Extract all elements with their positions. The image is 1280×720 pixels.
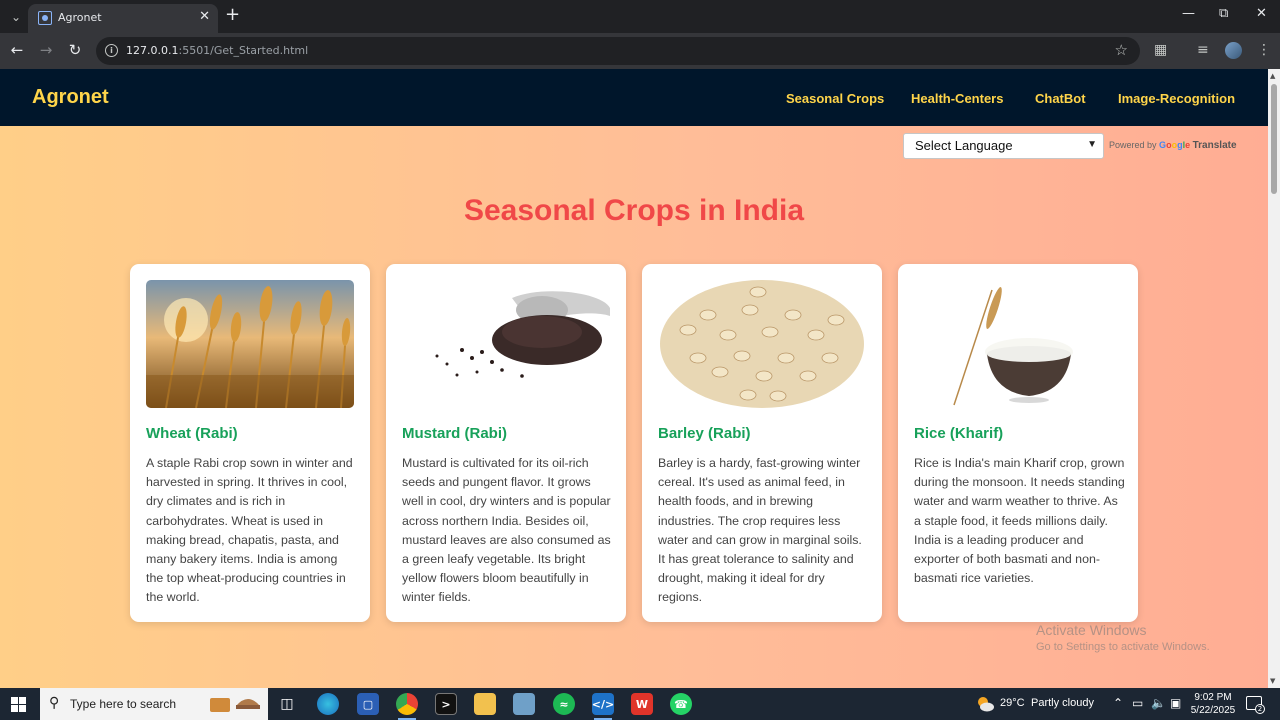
media-queue-icon[interactable]: ≡	[1197, 42, 1209, 58]
tab-title: Agronet	[58, 11, 102, 24]
edge-browser-icon[interactable]	[317, 693, 339, 715]
chrome-icon[interactable]	[396, 693, 418, 720]
search-icon: ⚲	[49, 695, 60, 711]
scrollbar-thumb[interactable]	[1271, 84, 1277, 194]
tab-search-chevron-icon[interactable]: ⌄	[6, 7, 26, 27]
nav-seasonal-crops[interactable]: Seasonal Crops	[786, 91, 884, 106]
wheat-image	[146, 280, 354, 408]
vscode-icon[interactable]: </>	[592, 693, 614, 720]
crop-name: Mustard (Rabi)	[402, 425, 507, 442]
activate-windows-watermark: Activate Windows	[1036, 622, 1147, 638]
nav-image-recognition[interactable]: Image-Recognition	[1118, 91, 1235, 106]
chevron-down-icon: ▼	[1087, 139, 1097, 150]
battery-icon[interactable]: ▭	[1132, 696, 1143, 710]
url-text[interactable]: 127.0.0.1:5501/Get_Started.html	[126, 44, 308, 57]
taskbar-search-box[interactable]: ⚲ Type here to search	[40, 688, 268, 720]
site-info-icon[interactable]: i	[105, 44, 118, 57]
task-view-icon[interactable]: ◫	[276, 693, 298, 715]
crop-card-rice: Rice (Kharif) Rice is India's main Khari…	[898, 264, 1138, 622]
extensions-puzzle-icon[interactable]: ▦	[1154, 42, 1167, 58]
crop-description: Rice is India's main Kharif crop, grown …	[914, 456, 1125, 586]
restore-icon[interactable]: ⧉	[1219, 6, 1228, 21]
clock-date: 5/22/2025	[1190, 705, 1236, 716]
reload-icon[interactable]: ↻	[65, 41, 85, 59]
clock-time: 9:02 PM	[1194, 692, 1232, 703]
scroll-up-icon[interactable]: ▲	[1270, 72, 1275, 80]
close-window-icon[interactable]: ✕	[1256, 6, 1267, 21]
crop-description: Barley is a hardy, fast-growing winter c…	[658, 456, 862, 605]
language-select[interactable]: Select Language ▼	[903, 133, 1104, 159]
page-viewport: Agronet Seasonal Crops Health-Centers Ch…	[0, 69, 1268, 688]
search-placeholder: Type here to search	[70, 697, 177, 711]
nav-health-centers[interactable]: Health-Centers	[911, 91, 1003, 106]
crop-description: Mustard is cultivated for its oil-rich s…	[402, 456, 611, 605]
spotify-icon[interactable]: ≈	[553, 693, 575, 715]
wps-office-icon[interactable]: W	[631, 693, 653, 715]
page-title: Seasonal Crops in India	[463, 194, 805, 227]
site-header: Agronet Seasonal Crops Health-Centers Ch…	[0, 69, 1268, 126]
windows-start-icon[interactable]	[11, 697, 26, 712]
globe-favicon-icon	[38, 11, 52, 25]
minimize-icon[interactable]: —	[1182, 6, 1195, 21]
microsoft-store-icon[interactable]: ▢	[357, 693, 379, 715]
mustard-seeds-image	[402, 280, 610, 408]
crop-card-wheat: Wheat (Rabi) A staple Rabi crop sown in …	[130, 264, 370, 622]
address-bar[interactable]: i 127.0.0.1:5501/Get_Started.html ☆	[96, 37, 1140, 65]
terminal-icon[interactable]: >	[435, 693, 457, 715]
profile-avatar[interactable]	[1225, 42, 1242, 59]
browser-tab-agronet[interactable]: Agronet ✕	[28, 4, 218, 33]
system-clock[interactable]: 9:02 PM 5/22/2025	[1186, 691, 1240, 717]
crop-description: A staple Rabi crop sown in winter and ha…	[146, 456, 353, 605]
notification-count-badge: 2	[1255, 704, 1265, 714]
crop-card-barley: Barley (Rabi) Barley is a hardy, fast-gr…	[642, 264, 882, 622]
crop-name: Wheat (Rabi)	[146, 425, 238, 442]
browser-tabstrip: ⌄ Agronet ✕ + — ⧉ ✕	[0, 0, 1280, 33]
menu-kebab-icon[interactable]: ⋮	[1257, 42, 1271, 58]
browser-toolbar: ← → ↻ i 127.0.0.1:5501/Get_Started.html …	[0, 33, 1280, 69]
google-logo: Google	[1159, 140, 1191, 150]
activate-windows-subtext: Go to Settings to activate Windows.	[1036, 641, 1210, 653]
rice-bowl-image	[914, 280, 1122, 408]
page-scrollbar[interactable]: ▲ ▼	[1268, 69, 1280, 688]
forward-arrow-icon[interactable]: →	[36, 41, 56, 59]
crop-card-mustard: Mustard (Rabi) Mustard is cultivated for…	[386, 264, 626, 622]
whatsapp-icon[interactable]: ☎	[670, 693, 692, 715]
nav-chatbot[interactable]: ChatBot	[1035, 91, 1086, 106]
close-tab-icon[interactable]: ✕	[199, 9, 210, 24]
show-hidden-icons-chevron-icon[interactable]: ⌃	[1113, 696, 1123, 710]
crop-name: Barley (Rabi)	[658, 425, 751, 442]
windows-taskbar: ⚲ Type here to search ◫ ▢ > ≈ </> W ☎ 29…	[0, 688, 1280, 720]
bookmark-star-icon[interactable]: ☆	[1115, 41, 1128, 59]
brand-logo[interactable]: Agronet	[32, 86, 109, 109]
barley-grains-image	[658, 280, 866, 408]
file-explorer-icon[interactable]	[474, 693, 496, 715]
weather-temperature[interactable]: 29°C	[1000, 697, 1025, 709]
speaker-muted-icon[interactable]: 🔈	[1151, 696, 1166, 710]
notepad-icon[interactable]	[513, 693, 535, 715]
google-translate-attribution: Powered by Google Translate	[1109, 140, 1237, 151]
new-tab-plus-icon[interactable]: +	[225, 5, 240, 25]
weather-condition[interactable]: Partly cloudy	[1031, 697, 1094, 709]
crop-name: Rice (Kharif)	[914, 425, 1004, 442]
scroll-down-icon[interactable]: ▼	[1270, 677, 1275, 685]
weather-partly-cloudy-icon[interactable]	[975, 695, 995, 713]
back-arrow-icon[interactable]: ←	[7, 41, 27, 59]
network-icon[interactable]: ▣	[1170, 696, 1181, 710]
search-highlight-illustration-icon	[210, 698, 260, 712]
